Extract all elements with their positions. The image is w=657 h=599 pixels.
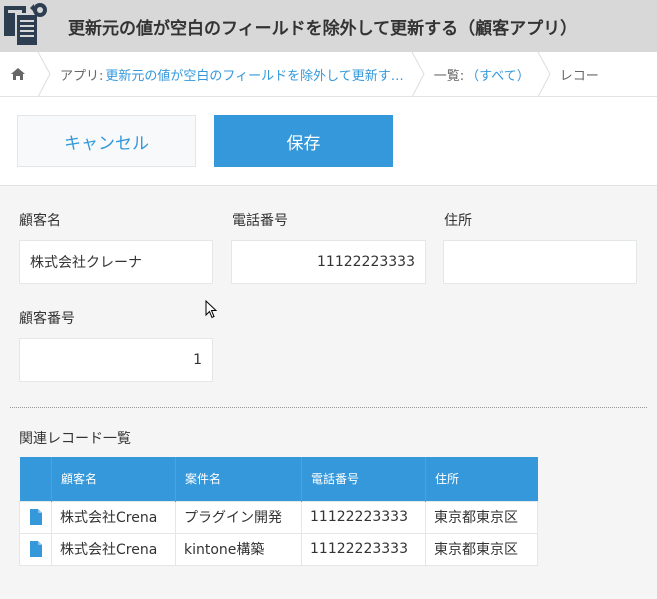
table-header-icon-col: [19, 457, 52, 501]
breadcrumb-record: レコー: [559, 68, 599, 84]
customer-name-field[interactable]: 株式会社クレーナ: [19, 240, 213, 284]
table-cell-phone: 11122223333: [301, 532, 426, 566]
customer-number-field[interactable]: 1: [19, 338, 213, 382]
table-cell-project: プラグイン開発: [175, 500, 302, 534]
breadcrumb-app-link[interactable]: 更新元の値が空白のフィールドを除外して更新す…: [105, 65, 403, 84]
breadcrumb: アプリ: 更新元の値が空白のフィールドを除外して更新す… 一覧: （すべて） レ…: [0, 52, 657, 97]
address-field[interactable]: [443, 240, 637, 284]
table-header-address: 住所: [425, 457, 538, 501]
breadcrumb-list[interactable]: 一覧: （すべて）: [428, 52, 536, 96]
section-divider: [10, 407, 647, 408]
table-row: 株式会社Crena kintone構築 11122223333 東京都東京区: [19, 532, 538, 566]
address-label: 住所: [444, 213, 472, 229]
breadcrumb-separator-icon: [537, 52, 551, 96]
record-link-cell[interactable]: [19, 500, 52, 534]
cancel-button[interactable]: キャンセル: [17, 115, 196, 167]
phone-field[interactable]: 11122223333: [231, 240, 426, 284]
home-icon[interactable]: [0, 52, 36, 96]
document-icon[interactable]: [29, 541, 42, 557]
breadcrumb-list-prefix: 一覧:: [433, 68, 465, 84]
table-cell-address: 東京都東京区: [425, 532, 538, 566]
app-header: 更新元の値が空白のフィールドを除外して更新する（顧客アプリ）: [0, 0, 657, 52]
customer-number-label: 顧客番号: [19, 311, 75, 327]
related-records-title: 関連レコード一覧: [19, 431, 131, 447]
table-header-phone: 電話番号: [301, 457, 426, 501]
table-header-project: 案件名: [175, 457, 302, 501]
save-button[interactable]: 保存: [214, 115, 393, 167]
table-header-row: 顧客名 案件名 電話番号 住所: [19, 457, 538, 501]
breadcrumb-list-link[interactable]: （すべて）: [466, 65, 530, 84]
document-icon[interactable]: [29, 509, 42, 525]
breadcrumb-separator-icon: [411, 52, 425, 96]
customer-name-label: 顧客名: [19, 213, 61, 229]
table-cell-address: 東京都東京区: [425, 500, 538, 534]
breadcrumb-app-prefix: アプリ:: [60, 68, 104, 84]
table-cell-customer: 株式会社Crena: [51, 500, 176, 534]
table-row: 株式会社Crena プラグイン開発 11122223333 東京都東京区: [19, 500, 538, 534]
table-cell-customer: 株式会社Crena: [51, 532, 176, 566]
phone-label: 電話番号: [232, 213, 288, 229]
breadcrumb-separator-icon: [37, 52, 51, 96]
table-cell-phone: 11122223333: [301, 500, 426, 534]
app-title: 更新元の値が空白のフィールドを除外して更新する（顧客アプリ）: [68, 18, 578, 39]
mouse-cursor-icon: [205, 300, 218, 319]
table-header-customer: 顧客名: [51, 457, 176, 501]
related-records-table: 顧客名 案件名 電話番号 住所 株式会社Crena プラグイン開発 111222…: [19, 457, 538, 566]
record-link-cell[interactable]: [19, 532, 52, 566]
breadcrumb-app[interactable]: アプリ: 更新元の値が空白のフィールドを除外して更新す…: [54, 52, 410, 96]
table-cell-project: kintone構築: [175, 532, 302, 566]
app-document-gear-icon: [0, 0, 52, 52]
edit-toolbar: キャンセル 保存: [0, 97, 657, 186]
